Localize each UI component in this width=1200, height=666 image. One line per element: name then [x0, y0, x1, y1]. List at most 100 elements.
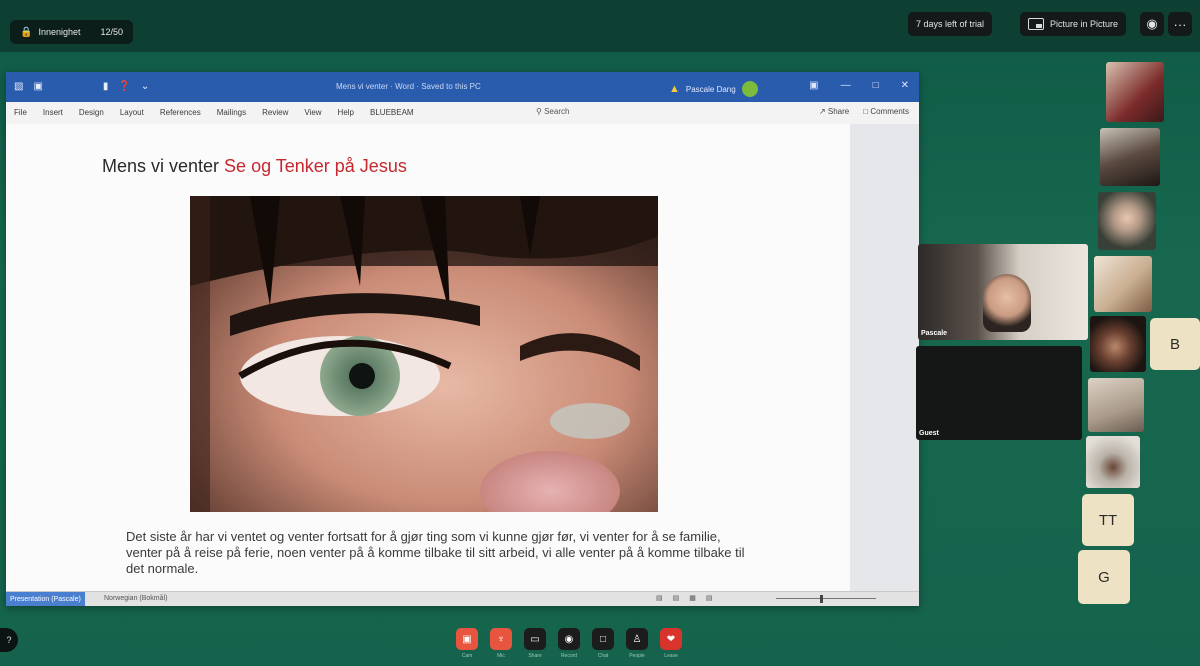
autosave-icon[interactable]: ▧ — [14, 81, 23, 92]
ribbon-tab[interactable]: Help — [330, 108, 362, 117]
help-icon[interactable]: ❓ — [118, 81, 130, 92]
share-label: Share — [827, 107, 850, 116]
picture-in-picture-button[interactable]: Picture in Picture — [1020, 12, 1127, 36]
people-button[interactable]: ♙ People — [626, 628, 648, 659]
participant-video — [983, 274, 1031, 332]
participant-tile[interactable] — [1098, 192, 1156, 250]
participant-tile[interactable] — [1088, 378, 1144, 432]
ribbon-tab[interactable]: File — [6, 108, 35, 117]
participant-tile[interactable] — [1094, 256, 1152, 312]
user-name: Pascale Dang — [685, 84, 736, 94]
participant-name: Guest — [919, 430, 939, 437]
avatar[interactable] — [741, 81, 758, 97]
people-icon: ♙ — [632, 633, 642, 645]
chat-icon: □ — [599, 633, 607, 645]
zoom-slider[interactable] — [776, 598, 876, 599]
ribbon-tab[interactable]: Layout — [112, 108, 152, 117]
participant-tile-pascale[interactable]: Pascale — [918, 244, 1088, 340]
ribbon-tab[interactable]: Insert — [35, 108, 71, 117]
trial-badge[interactable]: 7 days left of trial — [908, 12, 993, 36]
participant-tile[interactable] — [1086, 436, 1140, 488]
document-heading: Mens vi venter Se og Tenker på Jesus — [102, 156, 407, 177]
shared-screen: ▧ ▣ ▮ ❓ ⌄ Mens vi venter · Word · Saved … — [6, 72, 919, 606]
quick-access-toolbar: ▧ ▣ ▮ ❓ ⌄ — [14, 81, 149, 92]
microphone-icon: ♆ — [497, 633, 505, 645]
chevron-down-icon[interactable]: ⌄ — [141, 81, 149, 92]
search-box[interactable]: ⚲ Search — [536, 107, 569, 116]
focus-icon[interactable]: ▤ — [656, 594, 663, 602]
ribbon-display-icon[interactable]: ▣ — [809, 80, 818, 91]
print-layout-icon[interactable]: ▦ — [689, 594, 696, 602]
record-icon: ◉ — [1146, 16, 1158, 31]
web-layout-icon[interactable]: ▤ — [706, 594, 713, 602]
ribbon-tab[interactable]: References — [152, 108, 209, 117]
pip-label: Picture in Picture — [1050, 19, 1119, 29]
control-label: Share — [528, 653, 542, 659]
share-screen-icon: ▭ — [530, 633, 540, 645]
participant-name: Pascale — [921, 330, 948, 337]
presenting-indicator: Presentation (Pascale) — [6, 592, 85, 606]
control-label: Record — [560, 653, 578, 659]
share-button[interactable]: ↗ Share — [819, 107, 849, 116]
language-status: Norwegian (Bokmål) — [104, 595, 168, 602]
maximize-icon[interactable]: □ — [873, 80, 879, 91]
warning-icon: ▲ — [669, 83, 680, 95]
control-label: Mic — [497, 653, 505, 659]
microphone-button[interactable]: ♆ Mic — [490, 628, 512, 659]
comments-button[interactable]: □ Comments — [863, 107, 909, 116]
search-icon: ⚲ — [536, 107, 542, 116]
control-label: Cam — [461, 653, 473, 659]
comments-label: Comments — [870, 107, 909, 116]
search-placeholder: Search — [544, 107, 570, 116]
control-label: Chat — [597, 653, 609, 659]
participant-tile-guest[interactable]: Guest — [916, 346, 1082, 440]
window-controls: ▣ — □ ✕ — [809, 80, 909, 91]
eye-photo — [190, 196, 658, 512]
document-title: Mens vi venter · Word · Saved to this PC — [336, 82, 481, 91]
view-buttons: ▤ ▤ ▦ ▤ — [656, 594, 713, 602]
user-area[interactable]: ▲ Pascale Dang — [669, 81, 758, 97]
picture-in-picture-icon — [1028, 18, 1044, 30]
read-mode-icon[interactable]: ▤ — [673, 594, 680, 602]
leave-button[interactable]: ❤ Leave — [660, 628, 682, 659]
status-bar: Presentation (Pascale) Norwegian (Bokmål… — [6, 591, 919, 606]
minimize-icon[interactable]: — — [841, 80, 851, 91]
participant-avatar[interactable]: B — [1150, 318, 1200, 370]
ribbon-tab[interactable]: BLUEBEAM — [362, 108, 422, 117]
participant-avatar[interactable]: TT — [1082, 494, 1134, 546]
participant-tile[interactable] — [1100, 128, 1160, 186]
record-icon: ◉ — [564, 633, 574, 645]
leave-icon: ❤ — [666, 633, 676, 645]
control-label: Leave — [664, 653, 678, 659]
camera-button[interactable]: ▣ Cam — [456, 628, 478, 659]
word-titlebar: ▧ ▣ ▮ ❓ ⌄ Mens vi venter · Word · Saved … — [6, 72, 919, 102]
control-label: People — [629, 653, 645, 659]
close-icon[interactable]: ✕ — [901, 80, 909, 91]
participant-tile[interactable] — [1106, 62, 1164, 122]
more-icon: ··· — [1173, 16, 1187, 32]
file-icon[interactable]: ▮ — [103, 81, 109, 92]
ribbon-tab[interactable]: Design — [71, 108, 112, 117]
document-page[interactable]: Mens vi venter Se og Tenker på Jesus Det… — [6, 124, 850, 594]
zoom-slider-knob[interactable] — [820, 595, 823, 603]
record-button[interactable]: ◉ — [1140, 12, 1164, 36]
participant-avatar[interactable]: G — [1078, 550, 1130, 604]
ribbon-tab[interactable]: Review — [254, 108, 296, 117]
ribbon-tab[interactable]: View — [296, 108, 329, 117]
room-pill[interactable]: 🔒 Innenighet 12/50 — [10, 20, 134, 44]
heading-red: Se og Tenker på Jesus — [224, 156, 407, 176]
lock-icon: 🔒 — [20, 26, 33, 38]
heading-plain: Mens vi venter — [102, 156, 225, 176]
participant-count: 12/50 — [100, 27, 124, 37]
chat-button[interactable]: □ Chat — [592, 628, 614, 659]
camera-icon: ▣ — [462, 633, 472, 645]
ribbon-tab[interactable]: Mailings — [209, 108, 254, 117]
document-paragraph: Det siste år har vi ventet og venter for… — [126, 529, 745, 576]
more-button[interactable]: ··· — [1168, 12, 1192, 36]
ribbon-tabs: File Insert Design Layout References Mailings… — [6, 102, 919, 125]
share-screen-button[interactable]: ▭ Share — [524, 628, 546, 659]
document-area: Mens vi venter Se og Tenker på Jesus Det… — [6, 124, 919, 594]
participant-tile[interactable] — [1090, 316, 1146, 372]
record-button[interactable]: ◉ Record — [558, 628, 580, 659]
save-icon[interactable]: ▣ — [33, 81, 42, 92]
